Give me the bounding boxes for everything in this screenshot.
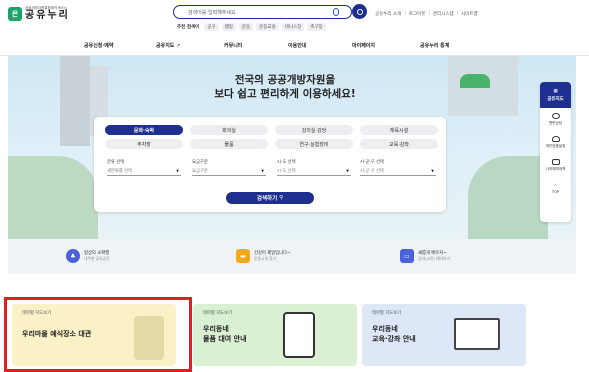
phone-illustration bbox=[283, 312, 315, 358]
chatbot-button[interactable]: 챗봇상담 bbox=[540, 108, 571, 131]
tent-illustration bbox=[460, 74, 490, 88]
building-illustration bbox=[60, 56, 90, 146]
chat-icon bbox=[551, 113, 560, 119]
park-illustration bbox=[468, 156, 548, 239]
nav-item-mypage[interactable]: 마이페이지 bbox=[352, 42, 375, 49]
quick-map-label: 공유지도 bbox=[547, 96, 564, 102]
popular-tag[interactable]: 축구장 bbox=[307, 23, 326, 31]
personal-settings-button[interactable]: 개인맞춤설정 bbox=[540, 131, 571, 154]
category-education[interactable]: 교육·강좌 bbox=[360, 139, 438, 149]
filter-label-fee: 요금구분 bbox=[192, 160, 208, 165]
filter-select-category[interactable]: 세분류를 선택 bbox=[107, 167, 181, 176]
car-icon: ▭ bbox=[400, 249, 414, 263]
search-submit-button[interactable]: 검색하기 ⚲ bbox=[226, 192, 314, 204]
people-icon: ♣ bbox=[66, 249, 80, 263]
monitor-illustration bbox=[454, 318, 500, 350]
search-icon bbox=[356, 8, 363, 15]
filter-label-city: 시·군·구 선택 bbox=[360, 160, 384, 165]
quick-map-button[interactable]: ▦ 공유지도 bbox=[540, 82, 571, 108]
category-lecture-hall[interactable]: 강의실·강당 bbox=[275, 125, 353, 135]
info-item-education[interactable]: ▭ 새롭게 배우자~ 강좌(교육) 예약하기 bbox=[400, 249, 450, 263]
site-logo[interactable]: 은 공공개방자원통합예약서비스 공유누리 bbox=[8, 6, 70, 21]
sitemap-link[interactable]: 사이트맵 bbox=[461, 11, 478, 17]
nav-item-statistics[interactable]: 공유누리 통계 bbox=[420, 42, 449, 49]
category-parking[interactable]: 주차장 bbox=[105, 139, 183, 149]
logo-title: 공유누리 bbox=[25, 10, 70, 21]
nav-item-community[interactable]: 커뮤니티 bbox=[224, 42, 242, 49]
main-navigation: 공유신청·예약 공유지도 ↗ 커뮤니티 이용안내 마이페이지 공유누리 통계 bbox=[0, 36, 589, 56]
external-link-icon: ↗ bbox=[176, 43, 181, 49]
popular-label: 추천 검색어 bbox=[177, 25, 200, 30]
popular-tag[interactable]: 운동교실 bbox=[256, 23, 279, 31]
hero-title-line1: 전국의 공공개방자원을 bbox=[234, 74, 336, 86]
search-placeholder: 검색어를 입력해주세요 bbox=[188, 9, 236, 16]
info-item-sports[interactable]: ▬ 건강이 제일입니다~ 운동시설 찾기 bbox=[236, 249, 291, 263]
calendar-icon bbox=[551, 159, 560, 165]
filter-label-province: 시·도 선택 bbox=[277, 160, 296, 165]
park-illustration bbox=[8, 156, 98, 239]
popular-tag[interactable]: 운동 bbox=[238, 23, 254, 31]
search-icon: ⚲ bbox=[279, 195, 284, 201]
my-reservations-button[interactable]: 나의예약내역 bbox=[540, 154, 571, 177]
info-item-space[interactable]: ♣ 일상의 소확행 내주변 공유공간 bbox=[66, 249, 110, 263]
popular-keywords: 추천 검색어 공구 캠핑 운동 운동교실 테니스장 축구장 bbox=[177, 23, 326, 31]
utility-menu: 공유누리 소개 | 로그아웃 | 관리시스템 | 사이트맵 bbox=[375, 11, 478, 17]
hero-title: 전국의 공공개방자원을 보다 쉽고 편리하게 이용하세요! bbox=[170, 73, 400, 101]
category-sports[interactable]: 체육시설 bbox=[360, 125, 438, 135]
popular-tag[interactable]: 테니스장 bbox=[281, 23, 305, 31]
nav-item-map[interactable]: 공유지도 ↗ bbox=[156, 42, 180, 49]
search-input[interactable]: 검색어를 입력해주세요 bbox=[173, 5, 352, 19]
facility-search-panel: 문화·숙박 회의실 강의실·강당 체육시설 주차장 물품 연구·실험장비 교육·… bbox=[94, 117, 446, 212]
filter-select-city[interactable]: 시·군·구 선택 bbox=[360, 167, 436, 176]
category-goods[interactable]: 물품 bbox=[190, 139, 268, 149]
search-submit-label: 검색하기 bbox=[256, 196, 278, 202]
theme-card-goods[interactable]: 테마별 지도보기 우리동네 물품 대여 안내 bbox=[193, 304, 357, 366]
category-culture[interactable]: 문화·숙박 bbox=[105, 125, 183, 135]
theme-card-education[interactable]: 테마별 지도보기 우리동네 교육·강좌 안내 bbox=[362, 304, 526, 366]
map-icon: ▦ bbox=[553, 88, 558, 94]
user-icon bbox=[551, 136, 560, 142]
admin-link[interactable]: 관리시스템 bbox=[433, 11, 454, 17]
nav-item-guide[interactable]: 이용안내 bbox=[288, 42, 306, 49]
scroll-top-button[interactable]: ^ TOP bbox=[540, 177, 571, 200]
nav-item-reservation[interactable]: 공유신청·예약 bbox=[84, 42, 114, 49]
category-research-equipment[interactable]: 연구·실험장비 bbox=[275, 139, 353, 149]
filter-select-fee[interactable]: 요금구분 bbox=[192, 167, 266, 176]
logout-link[interactable]: 로그아웃 bbox=[409, 11, 426, 17]
popular-tag[interactable]: 캠핑 bbox=[221, 23, 236, 31]
popular-tag[interactable]: 공구 bbox=[204, 23, 219, 31]
info-bar: ♣ 일상의 소확행 내주변 공유공간 ▬ 건강이 제일입니다~ 운동시설 찾기 ▭ … bbox=[8, 239, 576, 274]
search-button[interactable] bbox=[352, 4, 367, 19]
filter-select-province[interactable]: 시·도 선택 bbox=[277, 167, 351, 176]
chevron-up-icon: ^ bbox=[553, 183, 557, 188]
dumbbell-icon: ▬ bbox=[236, 249, 250, 263]
highlight-box bbox=[4, 297, 192, 372]
about-link[interactable]: 공유누리 소개 bbox=[375, 11, 401, 17]
hero-title-line2: 보다 쉽고 편리하게 이용하세요! bbox=[214, 88, 356, 100]
filter-label-category: 분류 선택 bbox=[107, 160, 125, 165]
microphone-icon[interactable] bbox=[333, 8, 339, 16]
category-meeting-room[interactable]: 회의실 bbox=[190, 125, 268, 135]
quick-menu: ▦ 공유지도 챗봇상담 개인맞춤설정 나의예약내역 ^ TOP bbox=[540, 82, 571, 222]
logo-mark-icon: 은 bbox=[8, 6, 22, 21]
